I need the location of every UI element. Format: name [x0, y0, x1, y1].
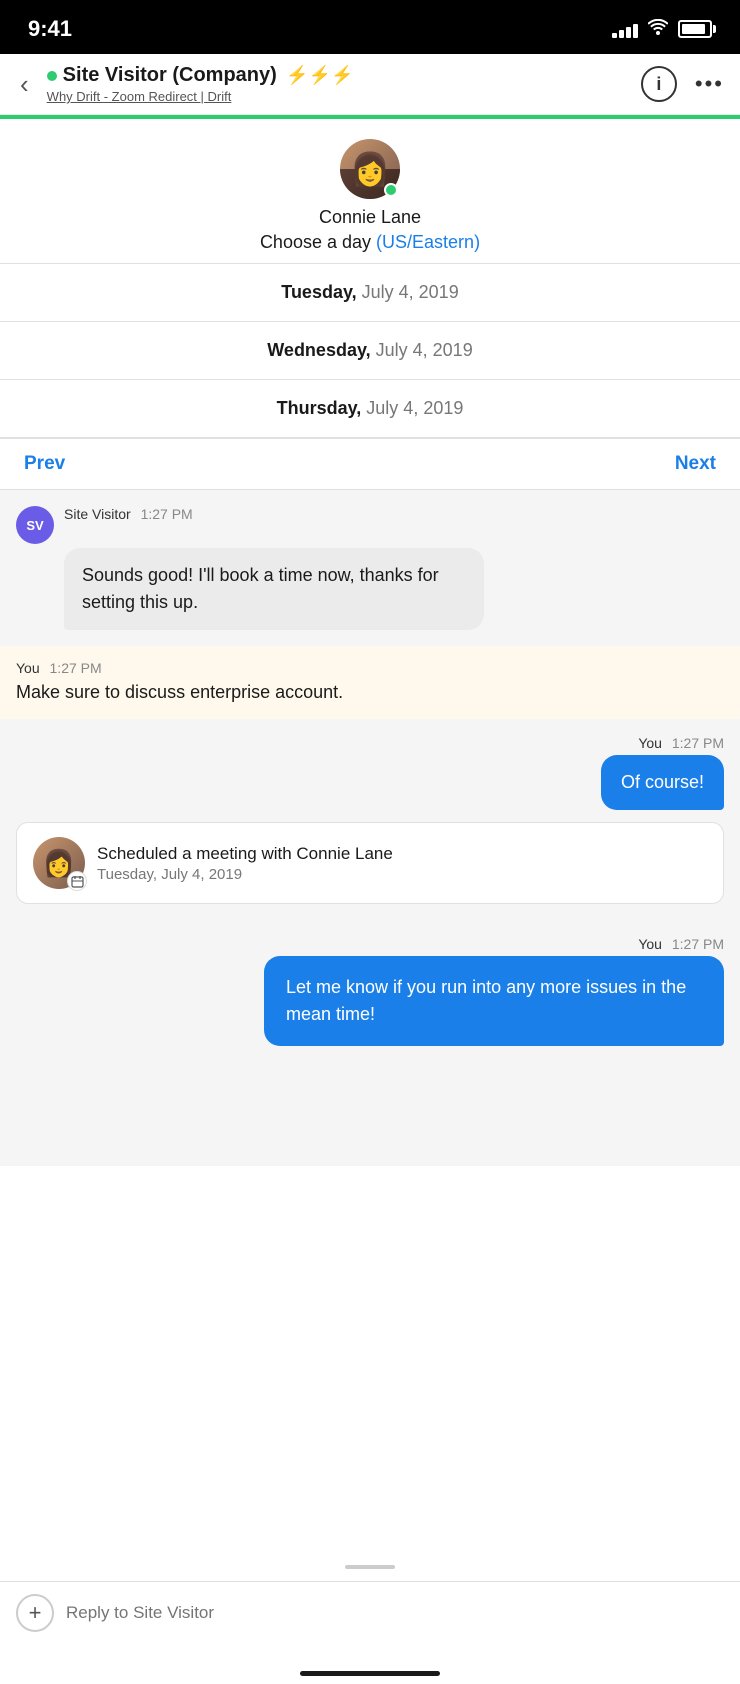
reply-bar: + — [0, 1581, 740, 1644]
date-item-thursday[interactable]: Thursday, July 4, 2019 — [0, 380, 740, 438]
header-actions: i ••• — [641, 66, 724, 102]
next-button[interactable]: Next — [675, 453, 716, 475]
header-title-row: Site Visitor (Company) ⚡⚡⚡ — [47, 64, 631, 87]
date-list: Tuesday, July 4, 2019 Wednesday, July 4,… — [0, 263, 740, 438]
reply-plus-button[interactable]: + — [16, 1594, 54, 1632]
signal-icon — [612, 20, 638, 38]
prev-button[interactable]: Prev — [24, 453, 65, 475]
agent-bubble-of-course: Of course! — [601, 755, 724, 810]
visitor-meta: Site Visitor 1:27 PM — [64, 506, 193, 522]
meeting-avatar-container — [33, 837, 85, 889]
visitor-message-row: SV Site Visitor 1:27 PM — [0, 490, 740, 548]
timezone-label: (US/Eastern) — [376, 232, 480, 252]
meeting-card: Scheduled a meeting with Connie Lane Tue… — [16, 822, 724, 904]
chat-area: SV Site Visitor 1:27 PM Sounds good! I'l… — [0, 490, 740, 1166]
home-indicator — [300, 1671, 440, 1676]
header: ‹ Site Visitor (Company) ⚡⚡⚡ Why Drift -… — [0, 54, 740, 115]
header-subtitle: Why Drift - Zoom Redirect | Drift — [47, 89, 631, 104]
calendar-nav: Prev Next — [0, 438, 740, 489]
agent-meta-1: You 1:27 PM — [638, 735, 724, 751]
internal-note: You 1:27 PM Make sure to discuss enterpr… — [0, 646, 740, 719]
choose-day-label: Choose a day (US/Eastern) — [260, 232, 480, 253]
scroll-handle — [345, 1565, 395, 1569]
agent-message-letmeknow: You 1:27 PM Let me know if you run into … — [0, 920, 740, 1066]
agent-meta-2: You 1:27 PM — [638, 936, 724, 952]
visitor-message-meta: Site Visitor 1:27 PM — [64, 506, 193, 526]
spacer — [0, 1066, 740, 1166]
contact-name: Site Visitor (Company) ⚡⚡⚡ — [63, 64, 354, 87]
battery-icon — [678, 20, 712, 38]
header-info: Site Visitor (Company) ⚡⚡⚡ Why Drift - Z… — [47, 64, 631, 104]
note-text: Make sure to discuss enterprise account. — [16, 680, 724, 705]
agent-bubble-letmeknow: Let me know if you run into any more iss… — [264, 956, 724, 1046]
wifi-icon — [648, 19, 668, 40]
meeting-title: Scheduled a meeting with Connie Lane — [97, 844, 393, 864]
date-item-tuesday[interactable]: Tuesday, July 4, 2019 — [0, 264, 740, 322]
visitor-avatar: SV — [16, 506, 54, 544]
agent-name: Connie Lane — [319, 207, 421, 228]
status-icons — [612, 19, 712, 40]
lightning-icons: ⚡⚡⚡ — [286, 65, 353, 85]
meeting-calendar-badge — [67, 871, 87, 891]
status-time: 9:41 — [28, 16, 72, 42]
visitor-bubble: Sounds good! I'll book a time now, thank… — [64, 548, 484, 630]
calendar-card: Connie Lane Choose a day (US/Eastern) Tu… — [0, 119, 740, 490]
online-dot — [47, 71, 57, 81]
info-button[interactable]: i — [641, 66, 677, 102]
avatar-container — [340, 139, 400, 199]
agent-info: Connie Lane Choose a day (US/Eastern) — [0, 119, 740, 263]
reply-input[interactable] — [66, 1603, 724, 1623]
agent-message-of-course: You 1:27 PM Of course! — [0, 719, 740, 814]
meeting-date: Tuesday, July 4, 2019 — [97, 866, 393, 883]
back-button[interactable]: ‹ — [12, 65, 37, 104]
more-options-button[interactable]: ••• — [695, 71, 724, 97]
scroll-handle-container — [345, 1557, 395, 1569]
meeting-text: Scheduled a meeting with Connie Lane Tue… — [97, 844, 393, 883]
date-item-wednesday[interactable]: Wednesday, July 4, 2019 — [0, 322, 740, 380]
note-meta: You 1:27 PM — [16, 660, 724, 676]
